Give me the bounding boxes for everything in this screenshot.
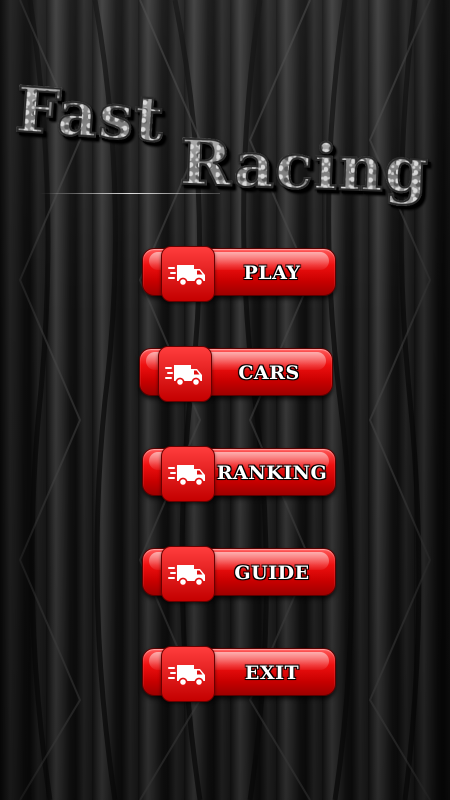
guide-button[interactable]: GUIDE <box>142 546 336 602</box>
exit-label: EXIT <box>244 662 300 684</box>
cars-button[interactable]: CARS <box>139 346 333 402</box>
play-button[interactable]: PLAY <box>142 246 336 302</box>
delivery-truck-icon <box>168 665 205 687</box>
ranking-label: RANKING <box>216 462 328 484</box>
cars-icon-box <box>158 346 212 402</box>
delivery-truck-icon <box>168 565 205 587</box>
exit-icon-box <box>161 646 215 702</box>
play-icon-box <box>161 246 215 302</box>
ranking-icon-box <box>161 446 215 502</box>
delivery-truck-icon <box>165 365 202 387</box>
main-menu: PLAY CARS RANKING GUIDE EXIT <box>0 0 450 800</box>
play-label: PLAY <box>243 262 301 284</box>
exit-button[interactable]: EXIT <box>142 646 336 702</box>
cars-label: CARS <box>238 362 300 384</box>
guide-label: GUIDE <box>234 562 310 584</box>
delivery-truck-icon <box>168 265 205 287</box>
ranking-button[interactable]: RANKING <box>142 446 336 502</box>
delivery-truck-icon <box>168 465 205 487</box>
guide-icon-box <box>161 546 215 602</box>
